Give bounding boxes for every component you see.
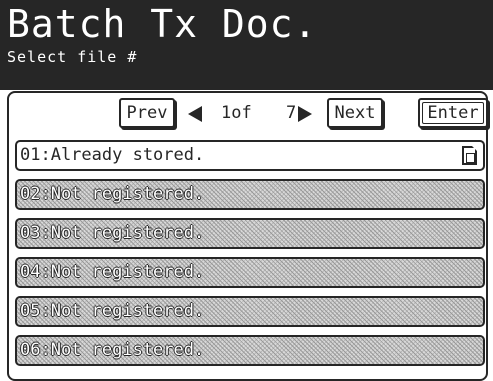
enter-button-label: Enter xyxy=(427,103,479,123)
file-row-06[interactable]: 06:Not registered. xyxy=(15,335,485,366)
screen-subtitle: Select file # xyxy=(7,48,138,66)
header-bar: Batch Tx Doc. Select file # xyxy=(0,0,493,90)
file-row-01[interactable]: 01:Already stored. xyxy=(15,140,485,171)
file-row-label: 01:Already stored. xyxy=(20,145,205,165)
enter-button[interactable]: Enter xyxy=(418,98,488,128)
file-row-label: 02:Not registered. xyxy=(20,184,205,204)
page-indicator-current: 1of xyxy=(221,103,252,123)
screen-title: Batch Tx Doc. xyxy=(7,2,318,46)
document-icon xyxy=(462,146,477,165)
file-row-label: 03:Not registered. xyxy=(20,223,205,243)
triangle-left-icon xyxy=(188,106,202,122)
file-row-label: 04:Not registered. xyxy=(20,262,205,282)
file-row-05[interactable]: 05:Not registered. xyxy=(15,296,485,327)
file-row-02[interactable]: 02:Not registered. xyxy=(15,179,485,210)
triangle-right-icon xyxy=(298,106,312,122)
file-row-04[interactable]: 04:Not registered. xyxy=(15,257,485,288)
next-button[interactable]: Next xyxy=(327,98,383,128)
prev-button[interactable]: Prev xyxy=(119,98,175,128)
fax-panel-screen: Batch Tx Doc. Select file # Prev 1of 7 N… xyxy=(0,0,493,381)
file-row-label: 05:Not registered. xyxy=(20,301,205,321)
file-row-03[interactable]: 03:Not registered. xyxy=(15,218,485,249)
file-row-label: 06:Not registered. xyxy=(20,340,205,360)
page-indicator-total: 7 xyxy=(286,103,297,123)
